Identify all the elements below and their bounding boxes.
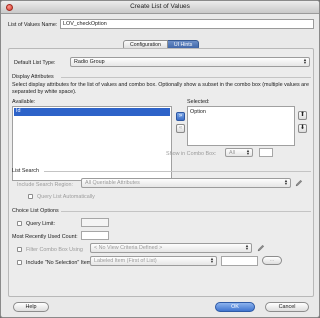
most-recently-used-label: Most Recently Used Count: — [12, 234, 78, 240]
ui-hints-panel: Default List Type: Radio Group ▲ ▼ Displa… — [8, 48, 314, 297]
help-button[interactable]: Help — [13, 302, 49, 312]
select-arrows-icon: ▲ ▼ — [284, 178, 288, 186]
default-list-type-select[interactable]: Radio Group ▲ ▼ — [70, 57, 310, 67]
include-search-region-label: Include Search Region: — [17, 182, 74, 188]
include-no-selection-checkbox[interactable] — [17, 260, 22, 265]
selected-item-option[interactable]: Option — [190, 109, 206, 115]
combo-count-input[interactable] — [259, 148, 273, 157]
lov-name-label: List of Values Name: — [8, 22, 58, 28]
pencil-icon[interactable] — [257, 244, 265, 252]
most-recently-used-input[interactable] — [81, 231, 109, 240]
filter-combo-select[interactable]: < No View Criteria Defined > ▲ ▼ — [90, 243, 252, 253]
arrow-up-icon: ⬆ — [299, 112, 306, 118]
selected-label: Selected: — [187, 99, 210, 105]
section-divider — [61, 211, 311, 212]
move-up-button[interactable]: ⬆ — [298, 111, 307, 120]
query-limit-input[interactable] — [81, 218, 109, 227]
choice-list-options-title: Choice List Options — [12, 208, 59, 214]
select-arrows-icon: ▲ ▼ — [303, 57, 307, 65]
select-arrows-icon: ▲ ▼ — [246, 148, 250, 156]
section-divider — [44, 171, 311, 172]
show-in-combo-select[interactable]: All ▲ ▼ — [225, 148, 253, 157]
query-limit-label: Query Limit: — [26, 221, 56, 227]
arrow-down-icon: ⬇ — [299, 125, 306, 131]
query-limit-checkbox[interactable] — [17, 221, 22, 226]
query-automatically-checkbox[interactable] — [28, 194, 33, 199]
move-down-button[interactable]: ⬇ — [298, 124, 307, 133]
move-right-button[interactable]: » — [176, 112, 185, 121]
default-list-type-label: Default List Type: — [14, 60, 56, 66]
select-arrows-icon: ▲ ▼ — [210, 256, 214, 264]
available-label: Available: — [12, 99, 36, 105]
include-no-selection-value: Labeled Item (First of List) — [94, 258, 157, 264]
move-right-icon: » — [178, 113, 183, 119]
include-search-region-select[interactable]: All Queriable Attributes ▲ ▼ — [81, 178, 291, 188]
include-no-selection-select[interactable]: Labeled Item (First of List) ▲ ▼ — [90, 256, 217, 266]
show-in-combo-value: All — [229, 150, 235, 156]
list-search-title: List Search — [12, 168, 39, 174]
query-automatically-label: Query List Automatically — [37, 194, 95, 200]
filter-combo-label: Filter Combo Box Using — [26, 247, 83, 253]
filter-combo-checkbox[interactable] — [17, 247, 22, 252]
window-title: Create List of Values — [130, 3, 190, 10]
no-selection-label-input[interactable] — [221, 256, 258, 266]
filter-combo-value: < No View Criteria Defined > — [94, 245, 163, 251]
ok-button[interactable]: OK — [215, 302, 255, 312]
display-attributes-title: Display Attributes — [12, 74, 54, 80]
include-no-selection-label: Include "No Selection" Item: — [26, 260, 93, 266]
default-list-type-value: Radio Group — [74, 59, 105, 65]
lov-name-input[interactable]: LOV_checkOption — [60, 19, 314, 29]
browse-ellipsis-button[interactable]: ... — [262, 256, 282, 265]
move-left-button[interactable]: « — [176, 124, 185, 133]
cancel-button[interactable]: Cancel — [265, 302, 309, 312]
display-attributes-description: Select display attributes for the list o… — [12, 82, 309, 95]
create-lov-dialog: Create List of Values List of Values Nam… — [0, 0, 320, 318]
section-divider — [61, 77, 311, 78]
move-left-icon: « — [178, 125, 183, 131]
selected-list[interactable]: Option — [187, 106, 295, 146]
title-bar: Create List of Values — [1, 1, 319, 14]
select-arrows-icon: ▲ ▼ — [245, 243, 249, 251]
include-search-region-value: All Queriable Attributes — [85, 180, 140, 186]
show-in-combo-label: Show in Combo Box: — [166, 151, 217, 157]
pencil-icon[interactable] — [295, 179, 303, 187]
available-item-id[interactable]: Id — [14, 108, 170, 116]
